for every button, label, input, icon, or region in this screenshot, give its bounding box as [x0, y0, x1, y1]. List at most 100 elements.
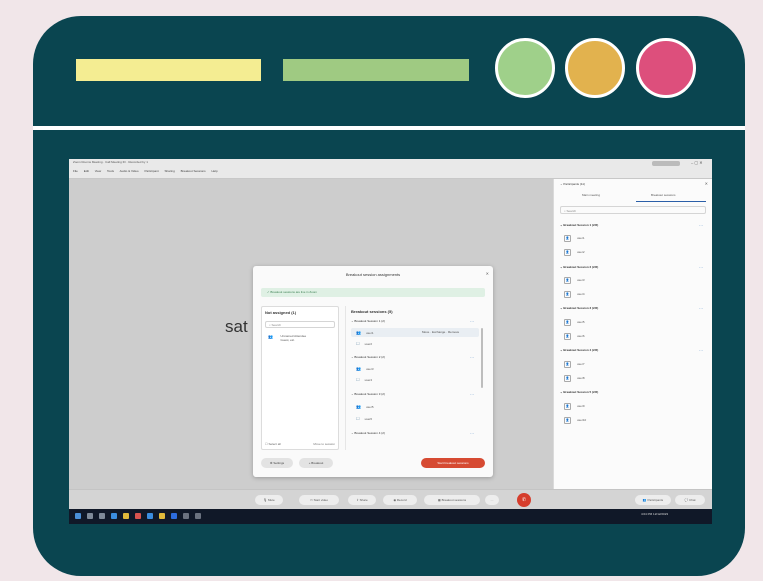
move-to-session-link[interactable]: Move to session: [313, 442, 335, 446]
list-item[interactable]: 👤 user4: [564, 291, 585, 298]
person-icon: 👤: [564, 291, 571, 298]
menu-item-tools[interactable]: Tools: [107, 169, 114, 173]
task-view-icon[interactable]: [99, 513, 105, 519]
list-item[interactable]: 👤 user5: [564, 319, 585, 326]
more-icon[interactable]: ···: [470, 356, 474, 360]
not-assigned-column: Not assigned (1) ⌕ Search 👥 Unnamed Atte…: [261, 306, 339, 450]
tab-main-meeting[interactable]: Main meeting: [582, 193, 600, 197]
table-row[interactable]: ☐ user2: [356, 341, 372, 346]
member-options[interactable]: Move · Exchange · Remove: [422, 330, 459, 334]
settings-button[interactable]: ⚙ Settings: [261, 458, 293, 468]
menu-bar: Zoom Rooms Meeting · Call Meeting ID · R…: [69, 159, 712, 179]
list-item[interactable]: 👤 user1: [564, 235, 585, 242]
room-header[interactable]: ⌄ Breakout Session 1 (2): [351, 319, 385, 323]
table-row[interactable]: 👥 user5: [356, 404, 374, 409]
system-tray[interactable]: 4:04 PM 12/12/2023: [641, 512, 668, 516]
more-icon[interactable]: ···: [470, 320, 474, 324]
more-icon[interactable]: ···: [699, 307, 703, 311]
start-breakout-button[interactable]: Start breakout sessions: [421, 458, 485, 468]
person-icon: 👤: [564, 403, 571, 410]
table-row[interactable]: ☐ user6: [356, 416, 372, 421]
room-header[interactable]: ⌄ Breakout Session 3 (2/2): [560, 306, 598, 310]
menu-item-view[interactable]: View: [95, 169, 101, 173]
menu-item-edit[interactable]: Edit: [84, 169, 89, 173]
more-icon[interactable]: ···: [470, 393, 474, 397]
start-video-button[interactable]: ▭ Start video: [299, 495, 339, 505]
member-name: user4: [577, 292, 585, 296]
end-call-button[interactable]: ✆: [517, 493, 531, 507]
list-item[interactable]: 👤 user2: [564, 249, 585, 256]
chrome-icon[interactable]: [135, 513, 141, 519]
menu-item-file[interactable]: File: [73, 169, 78, 173]
scrollbar[interactable]: [481, 328, 483, 388]
menu-item-breakout[interactable]: Breakout Sessions: [181, 169, 206, 173]
more-icon[interactable]: ···: [699, 266, 703, 270]
record-button[interactable]: ◉ Record: [383, 495, 417, 505]
room-header[interactable]: ⌄ Breakout Session 4 (2/2): [560, 348, 598, 352]
app-icon[interactable]: [183, 513, 189, 519]
mail-icon[interactable]: [147, 513, 153, 519]
folder-icon[interactable]: [123, 513, 129, 519]
start-icon[interactable]: [75, 513, 81, 519]
menu-item-audio-video[interactable]: Audio & Video: [120, 169, 139, 173]
files-icon[interactable]: [159, 513, 165, 519]
tab-breakout-sessions[interactable]: Breakout sessions: [651, 193, 676, 197]
table-row[interactable]: ☐ user4: [356, 377, 372, 382]
list-item[interactable]: 👤 user9: [564, 403, 585, 410]
app-screenshot: Zoom Rooms Meeting · Call Meeting ID · R…: [69, 159, 712, 524]
breakout-sessions-button[interactable]: ▦ Breakout sessions: [424, 495, 480, 505]
member-name: user4: [364, 378, 373, 382]
search-input[interactable]: ⌕ Search: [265, 321, 335, 328]
select-all-checkbox[interactable]: ☐ Select all: [265, 442, 281, 446]
person-icon: 👤: [564, 333, 571, 340]
list-item[interactable]: 👤 user3: [564, 277, 585, 284]
edge-icon[interactable]: [111, 513, 117, 519]
more-icon[interactable]: ···: [470, 432, 474, 436]
person-icon: 👥: [268, 334, 273, 339]
list-item[interactable]: 👤 user6: [564, 333, 585, 340]
search-icon[interactable]: [87, 513, 93, 519]
menu-item-sharing[interactable]: Sharing: [164, 169, 174, 173]
mute-label: Mute: [267, 498, 275, 502]
table-row[interactable]: 👥 user3: [356, 366, 374, 371]
more-icon[interactable]: ···: [699, 349, 703, 353]
close-icon[interactable]: ✕: [486, 271, 489, 276]
zoom-icon[interactable]: [171, 513, 177, 519]
room-header[interactable]: ⌄ Breakout Session 1 (2/2): [560, 223, 598, 227]
participants-button[interactable]: 👥 Participants: [635, 495, 671, 505]
mute-button[interactable]: 🎙 Mute: [255, 495, 283, 505]
account-chip[interactable]: [652, 161, 680, 166]
close-icon[interactable]: ✕: [705, 181, 708, 186]
room-header[interactable]: ⌄ Breakout Session 5 (2/2): [560, 390, 598, 394]
add-breakout-button[interactable]: + Breakout: [299, 458, 333, 468]
menu-item-participant[interactable]: Participant: [144, 169, 158, 173]
person-icon: 👤: [564, 249, 571, 256]
search-input[interactable]: ⌕ Search: [560, 206, 706, 214]
list-item[interactable]: 👥 Unnamed Attendee Guest, etc.: [268, 334, 306, 352]
table-row[interactable]: 👥 user1: [356, 330, 374, 335]
share-button[interactable]: ⇪ Share: [348, 495, 376, 505]
room-header[interactable]: ⌄ Breakout Session 2 (2/2): [560, 265, 598, 269]
menu-item-help[interactable]: Help: [212, 169, 218, 173]
room-name: Breakout Session 2 (2): [354, 355, 385, 359]
list-item[interactable]: 👤 user10: [564, 417, 586, 424]
room-header[interactable]: ⌄ Breakout Session 4 (2): [351, 431, 385, 435]
more-options-button[interactable]: ···: [485, 495, 499, 505]
share-label: Share: [359, 498, 368, 502]
app-icon[interactable]: [195, 513, 201, 519]
window-controls[interactable]: – ▢ ✕: [691, 160, 703, 165]
shared-content-text: sat: [225, 317, 248, 336]
room-header[interactable]: ⌄ Breakout Session 2 (2): [351, 355, 385, 359]
banner-text: Breakout sessions are live in Zoom: [270, 290, 318, 294]
more-icon[interactable]: ···: [699, 224, 703, 228]
list-item[interactable]: 👤 user8: [564, 375, 585, 382]
search-placeholder: Search: [566, 209, 577, 213]
breakout-sessions-title: Breakout sessions (5): [351, 309, 393, 314]
breakout-assignment-dialog: Breakout session assignments ✕ ✓ Breakou…: [253, 266, 493, 477]
person-sub: Guest, etc.: [280, 338, 295, 342]
chat-button[interactable]: 💬 Chat: [675, 495, 705, 505]
breakout-sessions-column: Breakout sessions (5) ⌄ Breakout Session…: [345, 306, 485, 450]
breakout-label: Breakout sessions: [441, 498, 467, 502]
list-item[interactable]: 👤 user7: [564, 361, 585, 368]
room-header[interactable]: ⌄ Breakout Session 3 (2): [351, 392, 385, 396]
